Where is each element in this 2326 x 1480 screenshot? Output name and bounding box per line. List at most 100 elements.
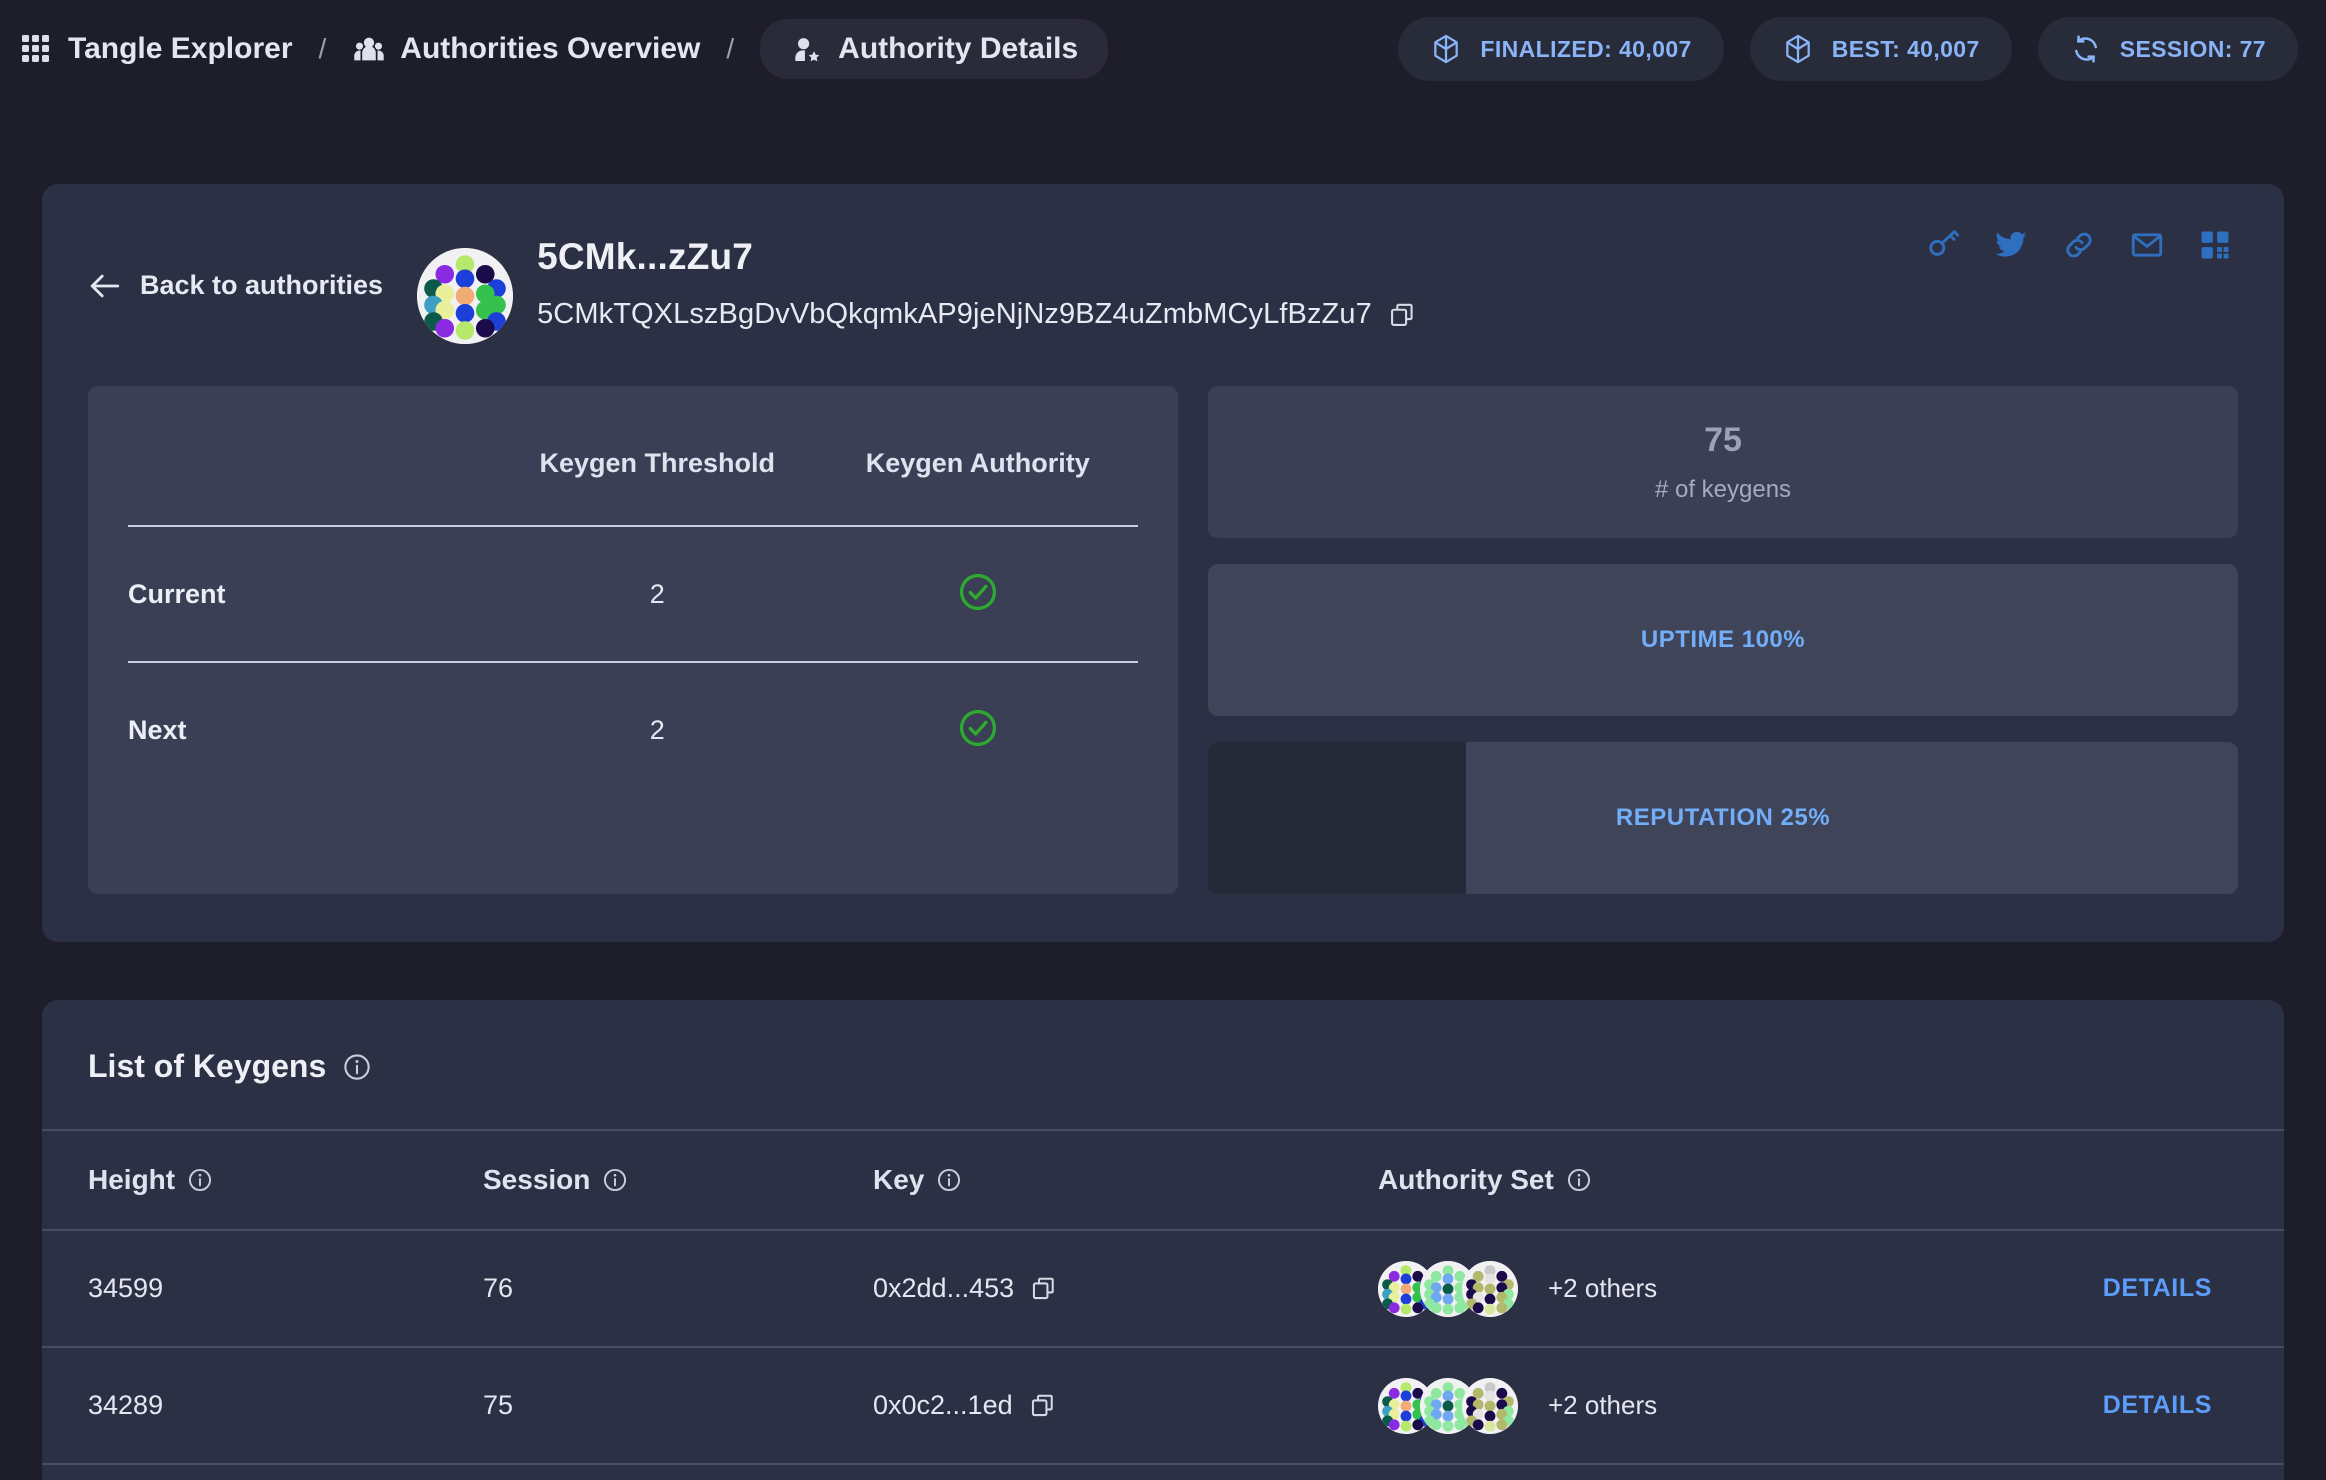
cube-icon <box>1434 34 1459 64</box>
key-icon[interactable] <box>1926 228 1960 262</box>
breadcrumb-item-authorities-overview[interactable]: Authorities Overview <box>352 32 700 66</box>
status-chip-group: FINALIZED: 40,007 BEST: 40,007 SESSION: … <box>1398 17 2298 81</box>
details-link[interactable]: DETAILS <box>2103 1274 2238 1303</box>
row-threshold-next: 2 <box>649 714 665 745</box>
keygen-threshold-table: Keygen Threshold Keygen Authority Curren… <box>88 386 1178 894</box>
column-header-keygen-threshold: Keygen Threshold <box>539 448 776 478</box>
column-header-blank <box>128 448 497 479</box>
column-header-authority-set[interactable]: Authority Set <box>1378 1164 2238 1196</box>
column-header-height[interactable]: Height <box>88 1164 483 1196</box>
status-chip-best[interactable]: BEST: 40,007 <box>1749 17 2012 81</box>
status-chip-label: FINALIZED: 40,007 <box>1480 35 1692 62</box>
column-header-key[interactable]: Key <box>873 1164 1378 1196</box>
identicon-svg <box>417 248 514 344</box>
breadcrumb-label: Tangle Explorer <box>68 32 293 65</box>
keygen-count-label: # of keygens <box>1654 475 1792 503</box>
cell-authority-set: +2 others DETAILS <box>1378 1377 2238 1434</box>
breadcrumb-separator: / <box>318 33 327 64</box>
authority-stats: Keygen Threshold Keygen Authority Curren… <box>88 386 2238 894</box>
cell-authority-set: +2 others DETAILS <box>1378 1260 2238 1317</box>
table-header-row: Height Session Key Authority Set <box>42 1129 2284 1229</box>
people-group-icon <box>354 37 385 61</box>
column-header-label: Authority Set <box>1378 1164 1554 1195</box>
section-title: List of Keygens <box>42 1000 2284 1129</box>
row-label-next: Next <box>128 714 187 745</box>
avatar <box>1462 1377 1518 1434</box>
table-header-row: Keygen Threshold Keygen Authority <box>128 386 1138 525</box>
avatar <box>417 248 514 344</box>
avatar-stack <box>1378 1377 1518 1434</box>
status-chip-session[interactable]: SESSION: 77 <box>2037 17 2298 81</box>
mail-icon[interactable] <box>2130 228 2164 262</box>
table-row: Current 2 <box>128 525 1138 661</box>
table-row: Next 2 <box>128 661 1138 797</box>
info-icon[interactable] <box>936 1167 962 1193</box>
breadcrumb-label: Authority Details <box>838 32 1079 65</box>
column-header-label: Session <box>483 1164 591 1195</box>
twitter-icon[interactable] <box>1994 228 2028 262</box>
authority-full-address: 5CMkTQXLszBgDvVbQkqmkAP9jeNjNz9BZ4uZmbMC… <box>537 298 1416 331</box>
authority-address-block: 5CMk...zZu7 5CMkTQXLszBgDvVbQkqmkAP9jeNj… <box>537 226 1416 331</box>
authority-detail-card: Back to authorities 5CMk...zZu7 5CMkTQXL… <box>42 184 2284 942</box>
breadcrumb-label: Authorities Overview <box>400 32 701 65</box>
link-icon[interactable] <box>2062 228 2096 262</box>
cell-height: 34599 <box>88 1273 164 1303</box>
copy-icon[interactable] <box>1388 301 1416 329</box>
keygen-count-box: 75 # of keygens <box>1208 386 2238 538</box>
cell-key: 0x2dd...453 <box>873 1273 1378 1304</box>
identicon-svg <box>1462 1377 1518 1434</box>
cell-height: 34289 <box>88 1390 164 1420</box>
full-address-text: 5CMkTQXLszBgDvVbQkqmkAP9jeNjNz9BZ4uZmbMC… <box>537 298 1372 330</box>
uptime-bar: UPTIME 100% <box>1208 564 2238 716</box>
social-links <box>1926 228 2232 262</box>
key-text: 0x0c2...1ed <box>873 1390 1013 1420</box>
keygen-list-card: List of Keygens Height Session Key Autho… <box>42 1000 2284 1480</box>
column-header-session[interactable]: Session <box>483 1164 873 1196</box>
cell-session: 75 <box>483 1390 514 1420</box>
keygen-count-value: 75 <box>1704 420 1742 459</box>
table-row[interactable]: 22550 74 0x142...1e6 +2 others DETAILS <box>42 1463 2284 1480</box>
authority-set-others: +2 others <box>1548 1390 1658 1420</box>
row-threshold-current: 2 <box>649 578 665 609</box>
breadcrumb-item-authority-details[interactable]: Authority Details <box>760 19 1109 79</box>
authority-header: Back to authorities 5CMk...zZu7 5CMkTQXL… <box>88 226 2238 344</box>
copy-icon[interactable] <box>1029 1392 1056 1419</box>
uptime-label: UPTIME 100% <box>1640 626 1806 653</box>
avatar-stack <box>1378 1260 1518 1317</box>
row-authority-current <box>818 571 1138 618</box>
section-title-text: List of Keygens <box>88 1048 327 1084</box>
back-button-label: Back to authorities <box>140 270 384 300</box>
row-authority-next <box>818 707 1138 754</box>
reputation-bar-fill <box>1465 742 2238 894</box>
table-row[interactable]: 34289 75 0x0c2...1ed +2 others DETAILS <box>42 1346 2284 1463</box>
breadcrumb-item-tangle-explorer[interactable]: Tangle Explorer <box>68 32 293 66</box>
info-icon[interactable] <box>187 1167 213 1193</box>
refresh-circle-icon <box>2074 35 2097 63</box>
check-circle-icon <box>959 573 996 610</box>
page-title: 5CMk...zZu7 <box>537 236 754 277</box>
status-chip-label: SESSION: 77 <box>2119 35 2266 62</box>
info-icon[interactable] <box>602 1167 628 1193</box>
authority-set-others: +2 others <box>1548 1273 1658 1303</box>
qr-code-icon[interactable] <box>2198 228 2232 262</box>
row-label-current: Current <box>128 578 226 609</box>
table-row[interactable]: 34599 76 0x2dd...453 +2 others DETAILS <box>42 1229 2284 1346</box>
column-header-label: Height <box>88 1164 176 1195</box>
info-icon[interactable] <box>1566 1167 1592 1193</box>
column-header-keygen-authority: Keygen Authority <box>865 448 1090 478</box>
key-text: 0x2dd...453 <box>873 1273 1015 1303</box>
arrow-left-icon <box>90 274 120 297</box>
avatar <box>1462 1260 1518 1317</box>
reputation-label: REPUTATION 25% <box>1615 804 1831 831</box>
copy-icon[interactable] <box>1030 1275 1057 1302</box>
details-link[interactable]: DETAILS <box>2103 1391 2238 1420</box>
column-header-label: Key <box>873 1164 925 1195</box>
cell-session: 76 <box>483 1273 514 1303</box>
status-chip-finalized[interactable]: FINALIZED: 40,007 <box>1398 17 1724 81</box>
status-chip-label: BEST: 40,007 <box>1831 35 1980 62</box>
top-bar: Tangle Explorer / Authorities Overview /… <box>0 0 2326 98</box>
back-to-authorities-button[interactable]: Back to authorities <box>88 226 383 301</box>
apps-grid-icon[interactable] <box>22 35 50 63</box>
stat-boxes: 75 # of keygens UPTIME 100% REPUTATION 2… <box>1208 386 2238 894</box>
info-icon[interactable] <box>342 1052 372 1082</box>
